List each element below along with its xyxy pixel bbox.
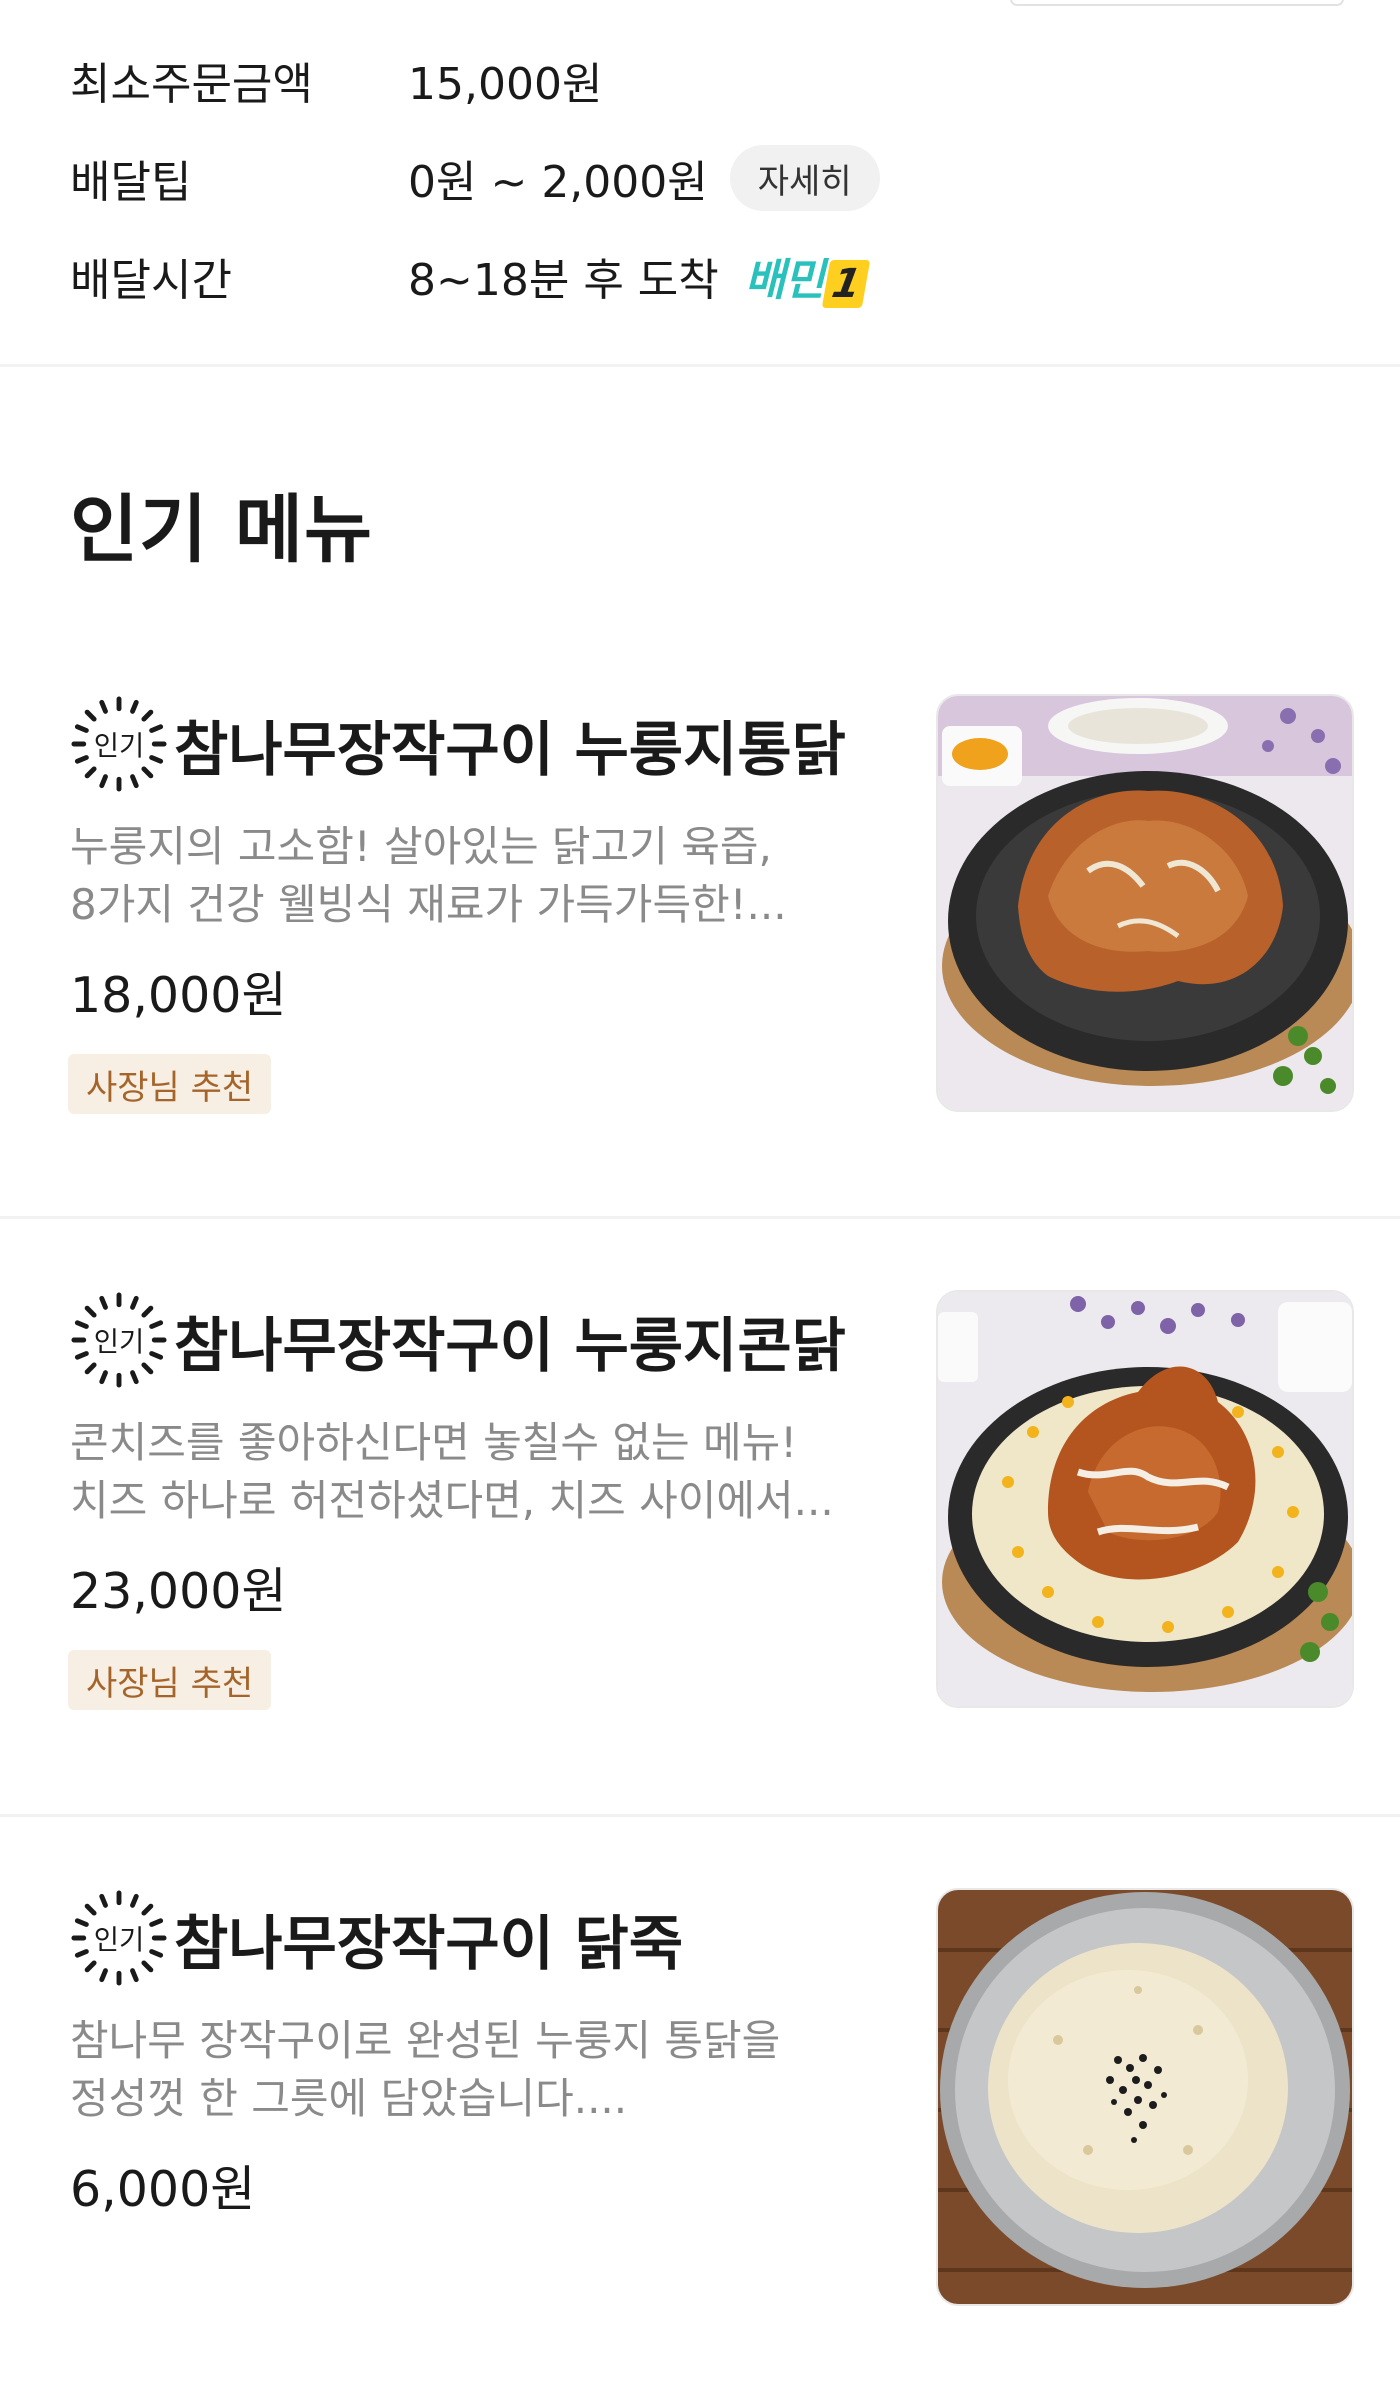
delivery-time-value: 8~18분 후 도착 xyxy=(408,255,719,306)
menu-name-row: 인기 참나무장작구이 누룽지콘닭 xyxy=(70,1290,846,1390)
menu-price: 6,000원 xyxy=(70,2161,256,2218)
delivery-time-value-wrap: 8~18분 후 도착 배민 1 xyxy=(408,244,870,308)
menu-description: 누룽지의 고소함! 살아있는 닭고기 육즙, 8가지 건강 웰빙식 재료가 가득… xyxy=(70,818,910,934)
menu-desc-line-2: 정성껏 한 그릇에 담았습니다.... xyxy=(70,2074,628,2123)
min-order-value: 15,000원 xyxy=(408,59,603,110)
menu-name-row: 인기 참나무장작구이 누룽지통닭 xyxy=(70,694,846,794)
menu-price: 23,000원 xyxy=(70,1563,287,1620)
popular-badge-icon: 인기 xyxy=(70,695,168,793)
popular-badge-label: 인기 xyxy=(94,1327,145,1358)
delivery-time-label: 배달시간 xyxy=(70,255,232,306)
roast-chicken-image xyxy=(938,696,1352,1110)
baemin-logo-number: 1 xyxy=(821,260,870,308)
chicken-porridge-image xyxy=(938,1890,1352,2304)
menu-name-row: 인기 참나무장작구이 닭죽 xyxy=(70,1888,683,1988)
item-divider xyxy=(0,1216,1400,1219)
menu-desc-line-2: 8가지 건강 웰빙식 재료가 가득가득한!... xyxy=(70,880,787,929)
menu-name: 참나무장작구이 누룽지통닭 xyxy=(174,714,846,784)
min-order-row: 최소주문금액 15,000원 xyxy=(70,50,602,110)
delivery-tip-value: 0원 ~ 2,000원 xyxy=(408,157,708,208)
popular-menu-title: 인기 메뉴 xyxy=(70,487,374,573)
delivery-tip-label: 배달팁 xyxy=(70,157,192,208)
baemin-one-logo: 배민 1 xyxy=(744,244,870,308)
delivery-tip-detail-button[interactable]: 자세히 xyxy=(729,145,880,211)
menu-desc-line-1: 콘치즈를 좋아하신다면 놓칠수 없는 메뉴! xyxy=(70,1418,798,1467)
menu-description: 참나무 장작구이로 완성된 누룽지 통닭을 정성껏 한 그릇에 담았습니다...… xyxy=(70,2012,910,2128)
roast-chicken-photo[interactable] xyxy=(936,694,1354,1112)
delivery-tip-row: 배달팁 0원 ~ 2,000원 자세히 xyxy=(70,145,880,211)
delivery-tip-value-wrap: 0원 ~ 2,000원 자세히 xyxy=(408,145,880,211)
section-divider xyxy=(0,364,1400,367)
top-button-edge[interactable] xyxy=(1010,0,1344,6)
menu-name: 참나무장작구이 누룽지콘닭 xyxy=(174,1310,846,1380)
min-order-label: 최소주문금액 xyxy=(70,59,313,110)
corn-cheese-chicken-image xyxy=(938,1292,1352,1706)
menu-price: 18,000원 xyxy=(70,967,287,1024)
item-divider xyxy=(0,1814,1400,1817)
menu-item-nurungji-tongdak[interactable]: 인기 참나무장작구이 누룽지통닭 누룽지의 고소함! 살아있는 닭고기 육즙, … xyxy=(0,694,1400,1134)
delivery-time-row: 배달시간 8~18분 후 도착 배민 1 xyxy=(70,244,870,308)
owner-recommend-tag: 사장님 추천 xyxy=(68,1650,272,1710)
popular-badge-label: 인기 xyxy=(94,1925,145,1956)
menu-name: 참나무장작구이 닭죽 xyxy=(174,1908,684,1978)
popular-badge-icon: 인기 xyxy=(70,1291,168,1389)
chicken-porridge-photo[interactable] xyxy=(936,1888,1354,2306)
menu-desc-line-1: 누룽지의 고소함! 살아있는 닭고기 육즙, xyxy=(70,822,772,871)
store-page: 최소주문금액 15,000원 배달팁 0원 ~ 2,000원 자세히 배달시간 … xyxy=(0,0,1400,2383)
owner-recommend-tag: 사장님 추천 xyxy=(68,1054,272,1114)
popular-badge-icon: 인기 xyxy=(70,1889,168,1987)
menu-item-nurungji-kondak[interactable]: 인기 참나무장작구이 누룽지콘닭 콘치즈를 좋아하신다면 놓칠수 없는 메뉴! … xyxy=(0,1290,1400,1730)
menu-desc-line-1: 참나무 장작구이로 완성된 누룽지 통닭을 xyxy=(70,2016,781,2065)
baemin-logo-text: 배민 xyxy=(744,255,825,306)
menu-description: 콘치즈를 좋아하신다면 놓칠수 없는 메뉴! 치즈 하나로 허전하셨다면, 치즈… xyxy=(70,1414,910,1530)
menu-item-dakjuk[interactable]: 인기 참나무장작구이 닭죽 참나무 장작구이로 완성된 누룽지 통닭을 정성껏 … xyxy=(0,1888,1400,2328)
menu-desc-line-2: 치즈 하나로 허전하셨다면, 치즈 사이에서... xyxy=(70,1476,834,1525)
corn-cheese-chicken-photo[interactable] xyxy=(936,1290,1354,1708)
popular-badge-label: 인기 xyxy=(94,731,145,762)
